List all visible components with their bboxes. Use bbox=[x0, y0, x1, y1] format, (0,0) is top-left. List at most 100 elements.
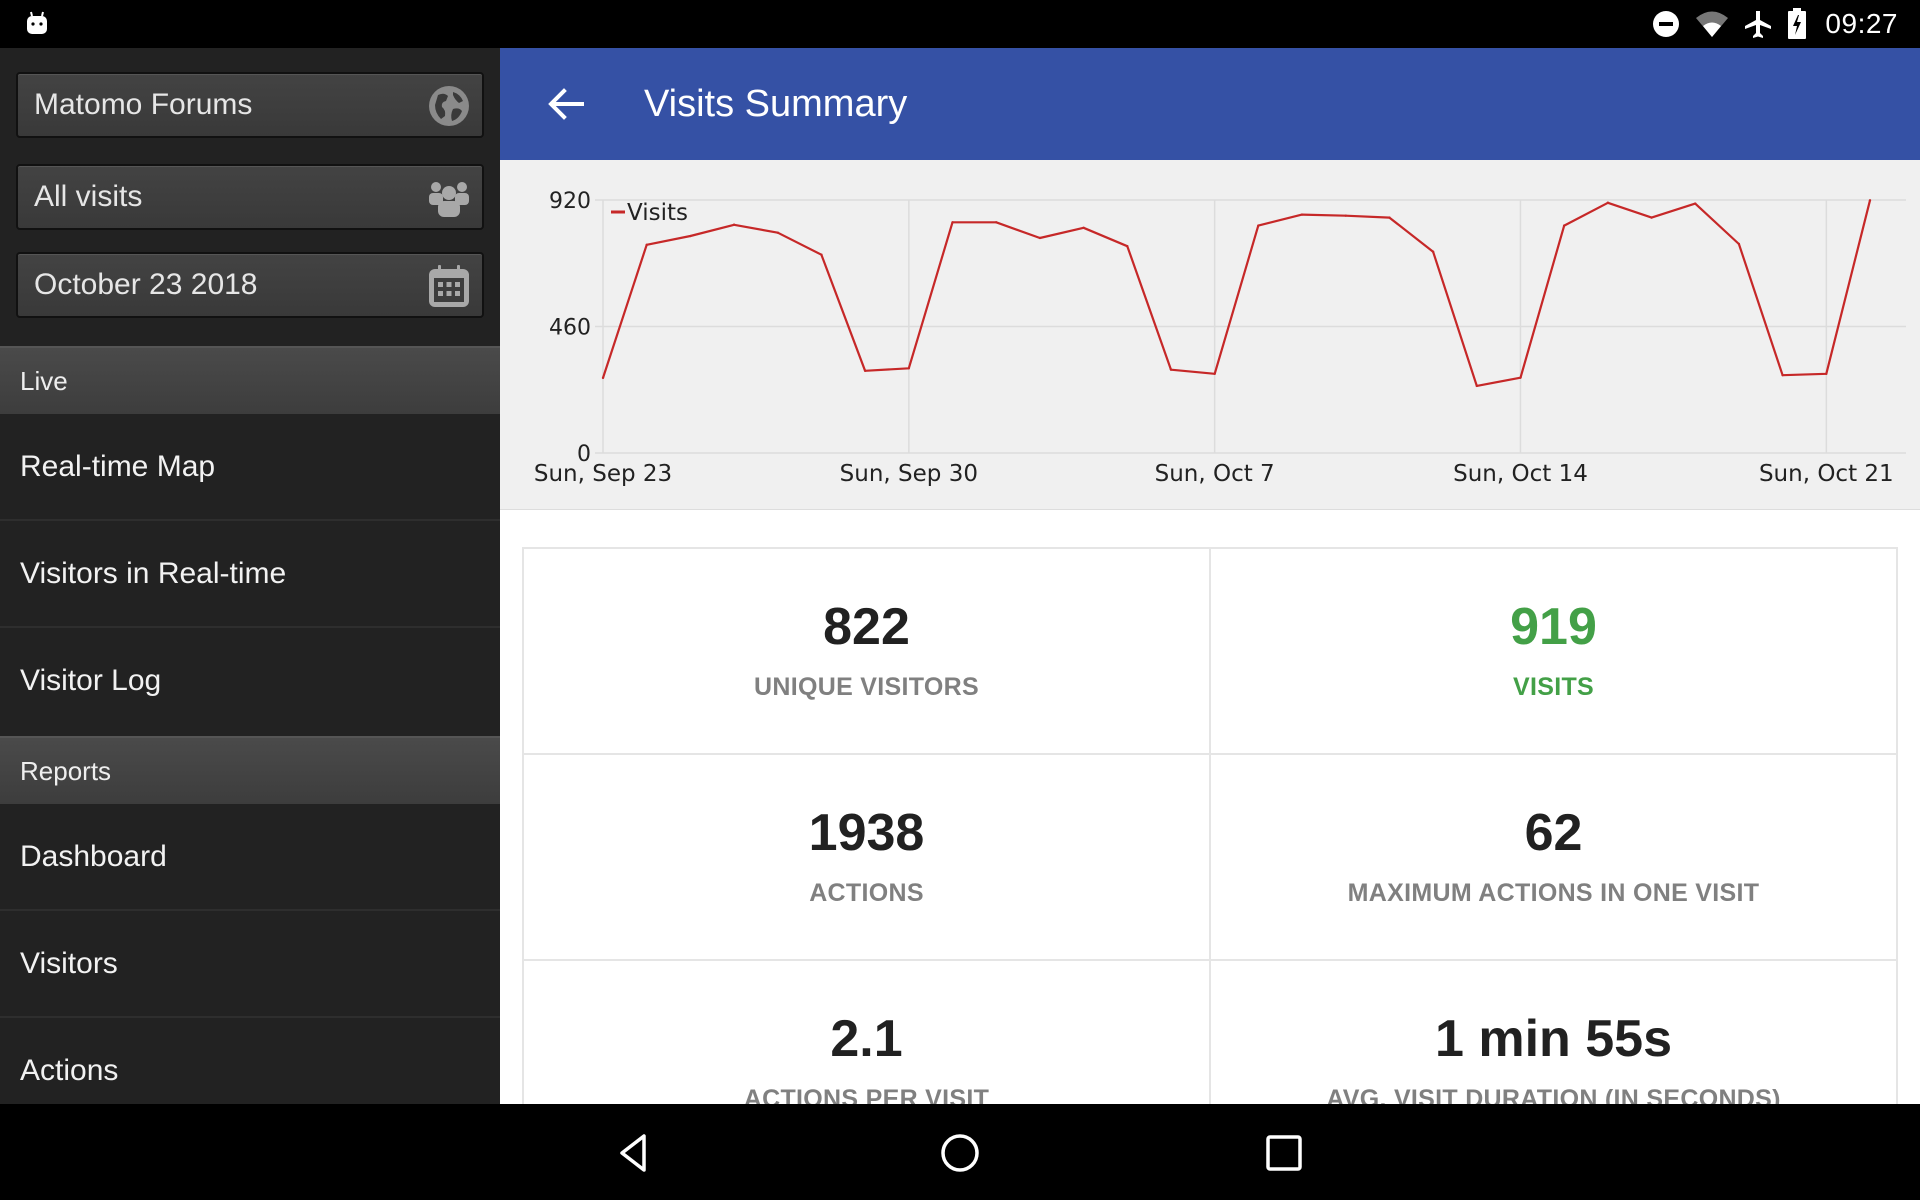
menu-item-visitors[interactable]: Visitors bbox=[0, 911, 500, 1018]
stat-value: 2.1 bbox=[830, 1010, 903, 1068]
stat-value: 919 bbox=[1510, 598, 1597, 656]
data-point bbox=[1431, 250, 1435, 253]
main-content: Visits Summary 0 460 920 Sun, Sep 23 Sun, Se… bbox=[500, 48, 1920, 1104]
data-point bbox=[820, 253, 823, 256]
data-point bbox=[1737, 242, 1741, 246]
menu-item-label: Dashboard bbox=[20, 840, 167, 873]
menu-item-label: Visitors in Real-time bbox=[20, 557, 287, 590]
segment-selector[interactable]: All visits bbox=[16, 164, 484, 230]
section-header-label: Reports bbox=[20, 756, 112, 786]
data-point bbox=[1082, 226, 1085, 229]
back-icon[interactable] bbox=[612, 1130, 658, 1176]
data-point bbox=[1213, 372, 1216, 375]
x-tick-label: Sun, Oct 7 bbox=[1155, 461, 1275, 487]
section-header-live: Live bbox=[0, 346, 500, 414]
stat-label: ACTIONS bbox=[809, 879, 924, 907]
stat-value: 1 min 55s bbox=[1434, 1010, 1673, 1068]
segment-selector-value: All visits bbox=[34, 180, 143, 213]
do-not-disturb-icon bbox=[1653, 11, 1680, 37]
data-point bbox=[776, 231, 779, 234]
menu-item-label: Visitors bbox=[20, 947, 118, 980]
data-point bbox=[645, 243, 648, 247]
menu-item-real-time-map[interactable]: Real-time Map bbox=[0, 414, 500, 521]
x-tick-label: Sun, Oct 14 bbox=[1453, 461, 1588, 487]
system-navigation-bar bbox=[0, 1104, 1920, 1200]
data-point bbox=[1781, 373, 1784, 377]
date-selector-value: October 23 2018 bbox=[34, 268, 258, 301]
data-point bbox=[863, 369, 867, 372]
page-title: Visits Summary bbox=[644, 83, 908, 125]
data-point bbox=[1344, 214, 1347, 217]
stat-label: MAXIMUM ACTIONS IN ONE VISIT bbox=[1347, 879, 1760, 907]
home-icon[interactable] bbox=[937, 1130, 983, 1176]
navigation-drawer: Matomo Forums All visits October 23 2018 bbox=[0, 48, 500, 1104]
menu-item-actions[interactable]: Actions bbox=[0, 1018, 500, 1104]
x-tick-label: Sun, Oct 21 bbox=[1759, 461, 1894, 487]
stat-value: 822 bbox=[823, 598, 910, 656]
stat-value: 62 bbox=[1524, 804, 1583, 862]
data-point bbox=[1126, 245, 1129, 248]
visits-chart: 0 460 920 Sun, Sep 23 Sun, Sep 30 Sun, Oct 7S… bbox=[500, 160, 1920, 510]
site-selector[interactable]: Matomo Forums bbox=[16, 72, 484, 138]
data-point bbox=[907, 367, 911, 370]
menu-item-dashboard[interactable]: Dashboard bbox=[0, 804, 500, 911]
stat-card-max-actions: 62 MAXIMUM ACTIONS IN ONE VISIT bbox=[1209, 753, 1898, 961]
site-selector-value: Matomo Forums bbox=[34, 88, 253, 121]
y-tick-label: 920 bbox=[549, 189, 591, 214]
data-point bbox=[1519, 376, 1522, 379]
data-point bbox=[1606, 201, 1610, 204]
status-bar: 09:27 bbox=[0, 0, 1920, 48]
section-header-label: Live bbox=[20, 366, 68, 396]
series-line-visits bbox=[601, 200, 1872, 387]
stat-card-visits: 919 VISITS bbox=[1209, 547, 1898, 755]
legend-label: Visits bbox=[627, 200, 688, 226]
menu-item-label: Visitor Log bbox=[20, 664, 162, 697]
data-point bbox=[1475, 384, 1478, 388]
data-point bbox=[995, 221, 998, 224]
stat-label: VISITS bbox=[1513, 673, 1594, 701]
stat-label: UNIQUE VISITORS bbox=[754, 673, 979, 701]
data-point bbox=[1257, 224, 1260, 227]
stat-card-actions-per-visit: 2.1 ACTIONS PER VISIT bbox=[522, 959, 1211, 1104]
section-header-reports: Reports bbox=[0, 736, 500, 804]
android-debug-icon bbox=[27, 11, 47, 34]
stat-label: ACTIONS PER VISIT bbox=[743, 1085, 990, 1104]
data-point bbox=[1169, 368, 1173, 371]
menu-item-label: Real-time Map bbox=[20, 450, 216, 483]
menu-item-visitor-log[interactable]: Visitor Log bbox=[0, 628, 500, 735]
data-point bbox=[601, 376, 605, 380]
stat-value: 1938 bbox=[808, 804, 925, 862]
menu-item-label: Actions bbox=[20, 1054, 119, 1087]
app-bar: Visits Summary bbox=[500, 48, 1920, 160]
data-point bbox=[1300, 213, 1304, 216]
stat-card-avg-visit-duration: 1 min 55s AVG. VISIT DURATION (IN SECOND… bbox=[1209, 959, 1898, 1104]
stat-card-unique-visitors: 822 UNIQUE VISITORS bbox=[522, 547, 1211, 755]
x-tick-label: Sun, Sep 23 bbox=[534, 461, 672, 487]
data-point bbox=[1825, 372, 1828, 375]
battery-charging-icon bbox=[1788, 8, 1807, 39]
data-point bbox=[1650, 216, 1653, 219]
y-tick-label: 460 bbox=[549, 316, 591, 341]
visits-line-chart: 0460920Sun, Sep 23 Sun, Sep 30 Sun, Oct 7S… bbox=[534, 189, 1906, 487]
clock: 09:27 bbox=[1825, 8, 1898, 39]
data-point bbox=[732, 223, 736, 226]
menu-item-visitors-in-real-time[interactable]: Visitors in Real-time bbox=[0, 521, 500, 628]
stat-card-actions: 1938 ACTIONS bbox=[522, 753, 1211, 961]
recents-icon[interactable] bbox=[1261, 1130, 1307, 1176]
data-point bbox=[1038, 236, 1042, 240]
data-point bbox=[1694, 202, 1697, 205]
date-selector[interactable]: October 23 2018 bbox=[16, 252, 484, 318]
airplane-mode-icon bbox=[1745, 11, 1772, 38]
data-point bbox=[689, 234, 692, 238]
data-point bbox=[951, 221, 954, 224]
stat-label: AVG. VISIT DURATION (IN SECONDS) bbox=[1326, 1085, 1781, 1104]
x-tick-label: Sun, Sep 30 bbox=[840, 461, 978, 487]
users-icon bbox=[429, 182, 469, 217]
wifi-icon bbox=[1696, 11, 1729, 37]
globe-icon bbox=[429, 86, 469, 126]
data-point bbox=[1388, 216, 1391, 219]
data-point bbox=[1868, 199, 1872, 202]
calendar-icon bbox=[429, 265, 469, 307]
data-point bbox=[1562, 224, 1566, 227]
arrow-left-icon[interactable] bbox=[542, 80, 590, 128]
